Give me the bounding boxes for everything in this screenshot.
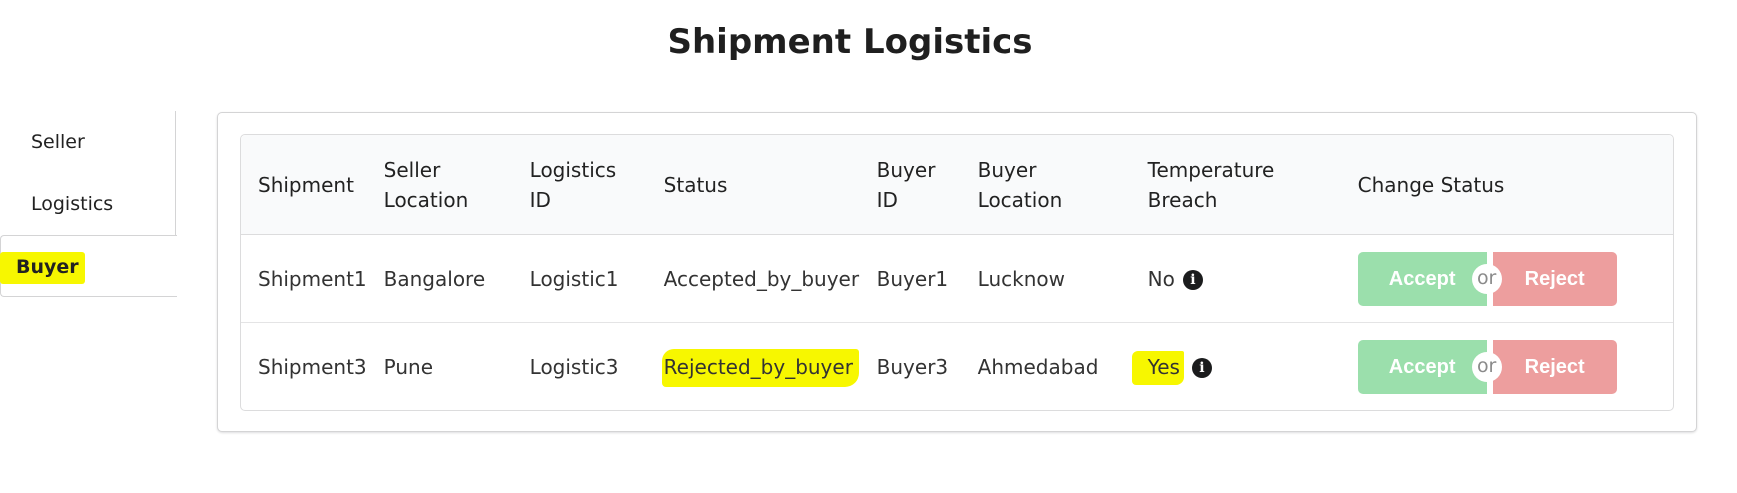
accept-reject-button-group: Accept or Reject [1357,251,1617,306]
info-icon[interactable]: i [1182,269,1203,290]
cell-buyer-location: Lucknow [960,235,1131,323]
cell-temperature-breach: No i [1130,235,1341,323]
info-icon[interactable]: i [1191,357,1212,378]
temperature-breach-value: No [1147,266,1175,291]
cell-shipment: Shipment1 [241,235,367,323]
sidebar-menu: Seller Logistics Buyer [0,111,177,297]
accept-button[interactable]: Accept [1357,251,1487,306]
page-title: Shipment Logistics [667,22,1033,62]
sidebar-item-logistics[interactable]: Logistics [0,173,176,235]
cell-temperature-breach: Yes i [1131,323,1341,410]
sidebar-item-seller[interactable]: Seller [0,111,176,173]
col-header-logistics-id: Logistics ID [512,135,647,235]
table-row: Shipment3 Pune Logistic3 Rejected_by_buy… [241,323,1673,410]
sidebar-item-label: Buyer [0,252,85,284]
sidebar-item-buyer[interactable]: Buyer [0,235,177,297]
cell-shipment: Shipment3 [258,354,367,379]
sidebar-item-label: Seller [31,131,85,153]
col-header-seller-location: Seller Location [366,135,513,235]
cell-change-status: Accept or Reject [1340,235,1673,323]
cell-change-status: Accept or Reject [1341,323,1673,410]
shipments-table: Shipment Seller Location Logistics ID Stat… [240,134,1674,411]
table-header-row: Shipment Seller Location Logistics ID Stat… [241,135,1673,235]
shipments-panel: Shipment Seller Location Logistics ID Stat… [217,112,1697,432]
cell-status: Rejected_by_buyer [647,323,860,410]
or-divider: or [1471,263,1502,294]
cell-buyer-id: Buyer3 [876,354,949,379]
status-highlighted: Rejected_by_buyer [661,348,859,387]
sidebar-item-label: Logistics [31,193,114,215]
accept-reject-button-group: Accept or Reject [1357,339,1617,394]
or-divider: or [1471,351,1502,382]
cell-seller-location: Bangalore [366,235,513,323]
cell-buyer-id: Buyer1 [859,235,961,323]
accept-button[interactable]: Accept [1357,339,1487,394]
table-row: Shipment1 Bangalore Logistic1 Accepted_b… [241,235,1673,323]
cell-logistics-id: Logistic1 [512,235,647,323]
col-header-shipment: Shipment [241,135,367,235]
col-header-buyer-id: Buyer ID [859,135,961,235]
cell-buyer-location: Ahmedabad [977,354,1099,379]
reject-button[interactable]: Reject [1492,339,1617,394]
col-header-change-status: Change Status [1340,135,1673,235]
reject-button[interactable]: Reject [1492,251,1617,306]
cell-seller-location: Pune [383,354,434,379]
col-header-status: Status [646,135,860,235]
col-header-temperature-breach: Temperature Breach [1130,135,1341,235]
cell-status: Accepted_by_buyer [646,235,860,323]
temperature-breach-value: Yes [1131,350,1184,385]
cell-logistics-id: Logistic3 [529,354,619,379]
col-header-buyer-location: Buyer Location [960,135,1131,235]
